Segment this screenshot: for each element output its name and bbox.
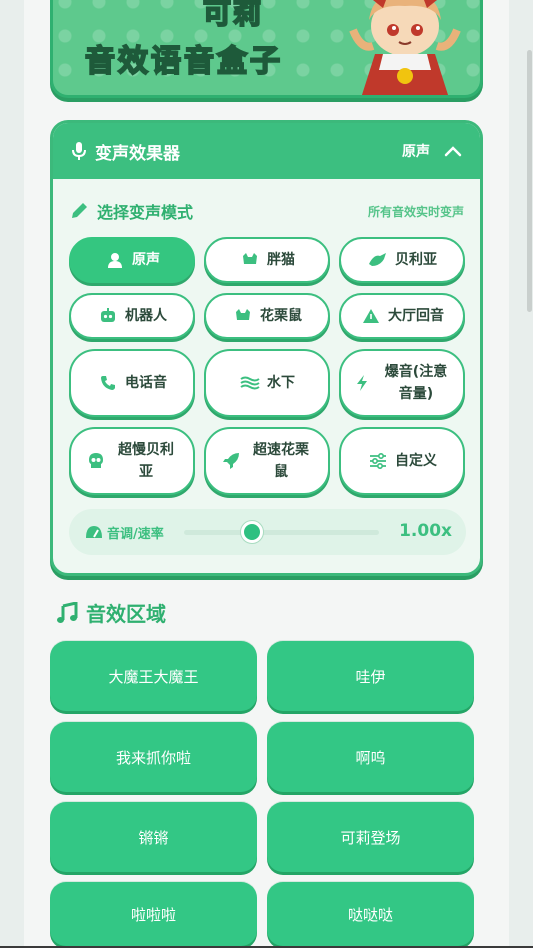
banner: 可莉 音效语音盒子 (50, 0, 483, 98)
mode-section-title: 选择变声模式 (97, 203, 194, 222)
mode-label: 爆音(注意音量) (384, 364, 448, 402)
mode-button-telephone[interactable]: 电话音 (69, 349, 195, 417)
mode-button-hall-echo[interactable]: 大厅回音 (339, 293, 465, 339)
mode-label: 机器人 (125, 308, 167, 324)
banner-title-top: 可莉 (202, 0, 264, 31)
sfx-button[interactable]: 啦啦啦 (50, 882, 257, 946)
mode-label: 原声 (132, 252, 160, 268)
music-note-icon (57, 601, 78, 623)
gauge-icon (86, 526, 102, 538)
pencil-icon (72, 203, 87, 218)
robot-icon (97, 305, 119, 327)
mode-section-header: 选择变声模式 所有音效实时变声 (53, 199, 480, 223)
mode-button-robot[interactable]: 机器人 (69, 293, 195, 339)
current-mode-label: 原声 (402, 144, 430, 160)
sfx-button[interactable]: 啊呜 (267, 722, 474, 792)
sfx-button[interactable]: 哇伊 (267, 641, 474, 711)
pitch-value: 1.00x (399, 521, 452, 541)
mascot-image (349, 0, 461, 95)
mode-button-belial[interactable]: 贝利亚 (339, 237, 465, 283)
mode-button-original[interactable]: 原声 (69, 237, 195, 283)
mode-label: 超慢贝利亚 (118, 442, 174, 480)
sound-effects-title: 音效区域 (86, 602, 166, 626)
mode-button-super-fast-chipmunk[interactable]: 超速花栗鼠 (204, 427, 330, 495)
realtime-hint: 所有音效实时变声 (367, 204, 464, 219)
warning-triangle-icon (360, 305, 382, 327)
mode-button-custom[interactable]: 自定义 (339, 427, 465, 495)
mode-button-fat-cat[interactable]: 胖猫 (204, 237, 330, 283)
mode-button-distortion[interactable]: 爆音(注意音量) (339, 349, 465, 417)
pitch-label: 音调/速率 (107, 526, 164, 542)
banner-title: 音效语音盒子 (84, 43, 283, 80)
cat-icon (239, 249, 261, 271)
mode-label: 胖猫 (267, 252, 295, 268)
sfx-button[interactable]: 可莉登场 (267, 802, 474, 872)
mode-label: 贝利亚 (395, 252, 437, 268)
user-icon (104, 249, 126, 271)
sliders-icon (367, 450, 389, 472)
voice-changer-card: 变声效果器 原声 选择变声模式 所有音效实时变声 原声 胖猫 贝利亚 机器人 花… (50, 120, 483, 576)
phone-icon (97, 372, 119, 394)
microphone-icon (72, 142, 86, 160)
mode-label: 水下 (267, 375, 295, 391)
mode-label: 超速花栗鼠 (253, 442, 309, 480)
rocket-icon (220, 450, 242, 472)
bolt-icon (351, 372, 373, 394)
sfx-button[interactable]: 我来抓你啦 (50, 722, 257, 792)
mode-button-super-slow-belial[interactable]: 超慢贝利亚 (69, 427, 195, 495)
chevron-up-icon[interactable] (444, 145, 462, 157)
water-icon (239, 372, 261, 394)
voice-changer-title: 变声效果器 (95, 143, 180, 164)
mode-label: 大厅回音 (388, 308, 444, 324)
mode-button-underwater[interactable]: 水下 (204, 349, 330, 417)
scrollbar[interactable] (527, 50, 532, 312)
mode-button-chipmunk[interactable]: 花栗鼠 (204, 293, 330, 339)
sound-effects-header: 音效区域 (56, 598, 166, 627)
dragon-icon (367, 249, 389, 271)
voice-changer-header[interactable]: 变声效果器 原声 (53, 123, 480, 179)
pitch-slider-track[interactable] (184, 530, 379, 535)
mode-label: 花栗鼠 (260, 308, 302, 324)
skull-icon (85, 450, 107, 472)
pitch-control: 音调/速率 1.00x (69, 509, 466, 555)
sfx-button[interactable]: 大魔王大魔王 (50, 641, 257, 711)
sfx-button[interactable]: 锵锵 (50, 802, 257, 872)
chipmunk-icon (232, 305, 254, 327)
sfx-button[interactable]: 哒哒哒 (267, 882, 474, 946)
mode-label: 电话音 (125, 375, 167, 391)
mode-label: 自定义 (395, 453, 437, 469)
pitch-slider-thumb[interactable] (241, 521, 264, 543)
